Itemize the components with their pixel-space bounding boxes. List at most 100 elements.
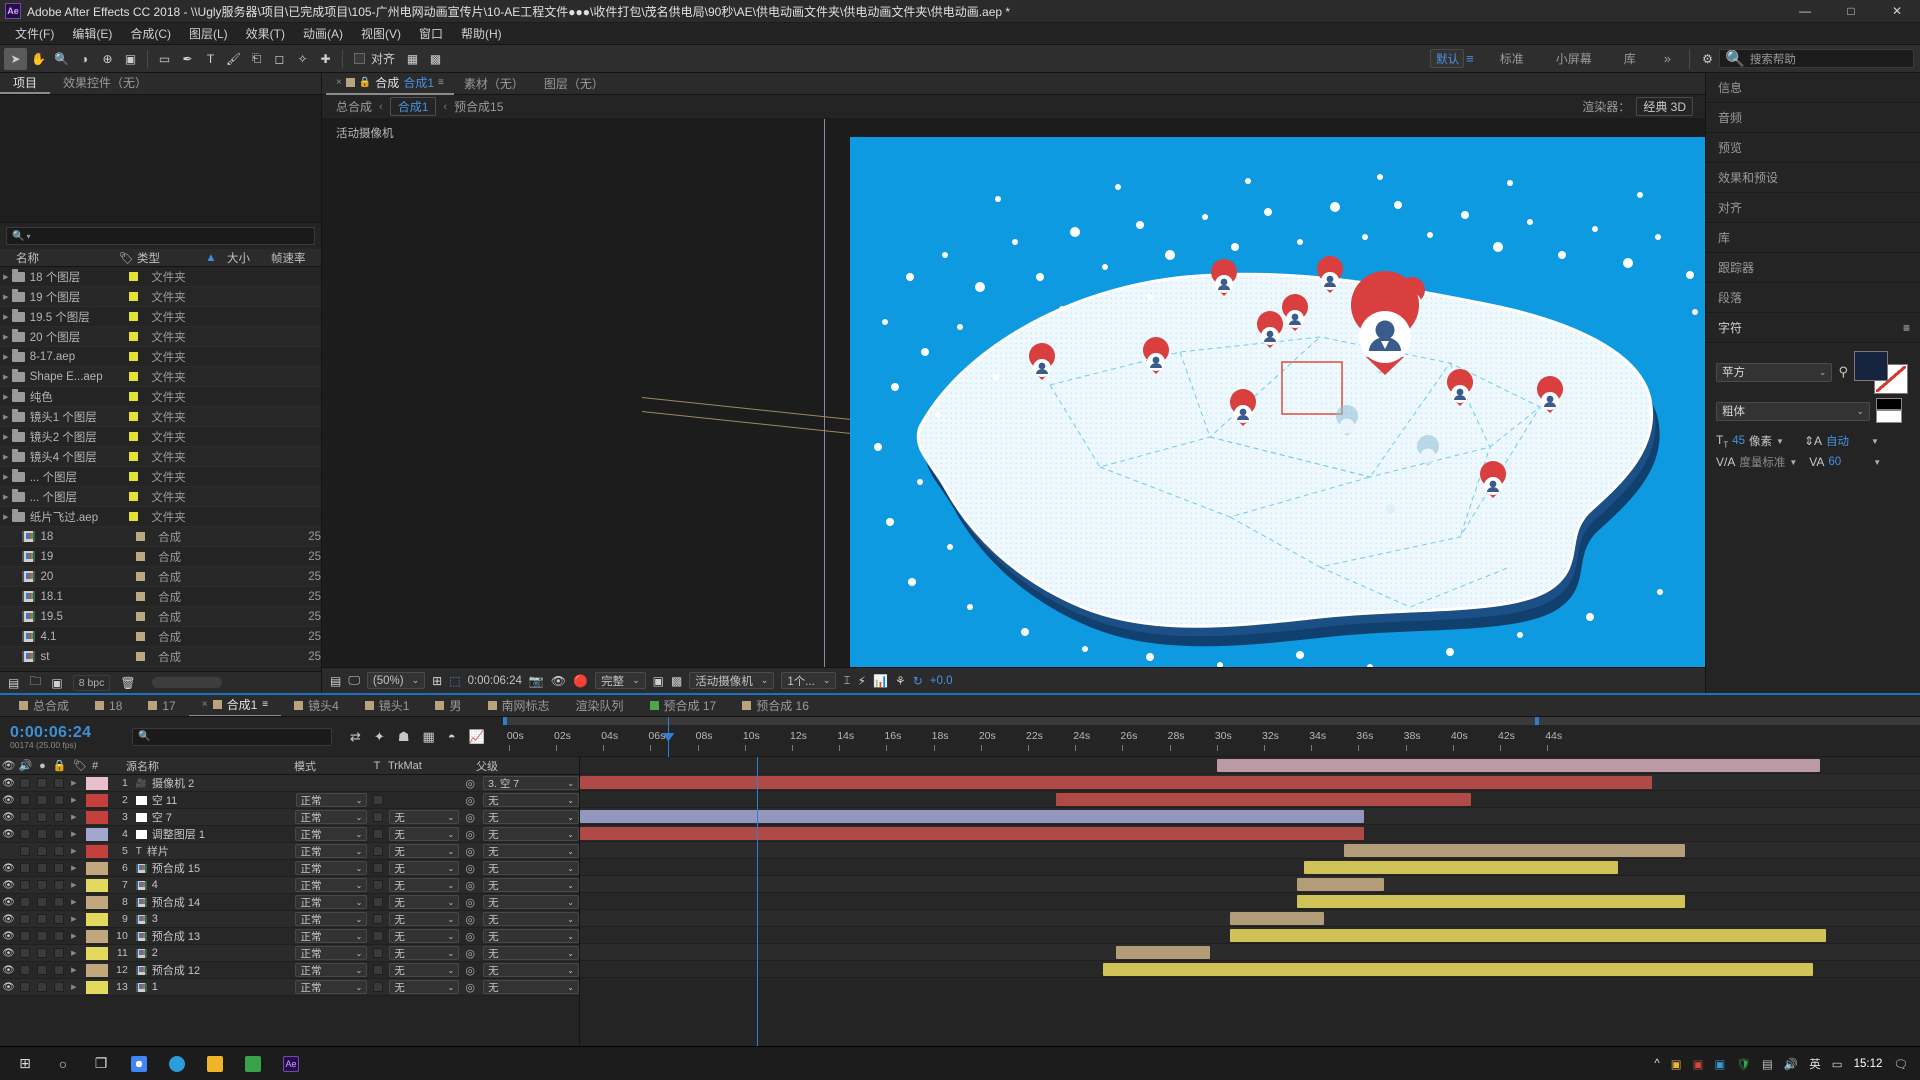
label-color-swatch[interactable] xyxy=(129,432,139,441)
project-item-row[interactable]: 19 合成 25 xyxy=(0,547,321,567)
column-preserve-transparency[interactable]: T xyxy=(366,760,388,772)
solo-toggle[interactable] xyxy=(37,914,48,924)
layer-disclosure-icon[interactable]: ▶ xyxy=(68,830,80,838)
disclosure-triangle-icon[interactable]: ▶ xyxy=(0,453,12,461)
workspace-small-screen[interactable]: 小屏幕 xyxy=(1540,50,1608,67)
timeline-layer-row[interactable]: 👁 ▶ 13 1 正常 ⌄ 无 ⌄ ◎ 无 ⌄ xyxy=(0,979,579,996)
timeline-tab-7[interactable]: 南网标志 xyxy=(475,695,563,716)
panel-preview[interactable]: 预览 xyxy=(1706,133,1920,163)
layer-label-swatch[interactable] xyxy=(85,895,108,909)
project-item-row[interactable]: ▶ 19 个图层 文件夹 xyxy=(0,287,321,307)
volume-icon[interactable]: 🔊 xyxy=(1784,1057,1798,1071)
region-icon[interactable]: ▣ xyxy=(653,674,664,688)
bit-depth-label[interactable]: 8 bpc xyxy=(72,674,111,691)
disclosure-triangle-icon[interactable]: ▶ xyxy=(0,493,12,501)
region-of-interest-icon[interactable]: ⬚ xyxy=(449,674,460,688)
parent-select[interactable]: 无 ⌄ xyxy=(483,878,579,892)
snapping-icon[interactable]: ▦ xyxy=(401,48,424,70)
layer-name[interactable]: T 样片 xyxy=(128,843,296,859)
camera-tool-icon[interactable]: ▣ xyxy=(119,48,142,70)
layer-duration-bar[interactable] xyxy=(1343,844,1686,857)
composition-viewer[interactable]: 活动摄像机 xyxy=(322,119,1705,667)
trkmat-select[interactable]: 无 ⌄ xyxy=(389,912,460,926)
preserve-transparency-toggle[interactable] xyxy=(373,863,384,873)
timeline-layer-row[interactable]: 👁 ▶ 11 2 正常 ⌄ 无 ⌄ ◎ 无 ⌄ xyxy=(0,945,579,962)
video-toggle-icon[interactable]: 👁 xyxy=(0,812,17,823)
start-button-icon[interactable]: ⊞ xyxy=(6,1047,44,1080)
timeline-search-input[interactable]: 🔍 xyxy=(132,727,332,746)
layer-label-swatch[interactable] xyxy=(85,776,108,790)
timeline-layer-row[interactable]: 👁 ▶ 8 预合成 14 正常 ⌄ 无 ⌄ ◎ 无 ⌄ xyxy=(0,894,579,911)
project-item-row[interactable]: ▶ 19.5 个图层 文件夹 xyxy=(0,307,321,327)
lock-toggle[interactable] xyxy=(54,846,65,856)
frame-blending-icon[interactable]: ▦ xyxy=(422,729,434,745)
layer-name[interactable]: 🎥 摄像机 2 xyxy=(128,775,296,791)
parent-select[interactable]: 无 ⌄ xyxy=(483,912,579,926)
preserve-transparency-toggle[interactable] xyxy=(373,982,384,992)
trkmat-select[interactable]: 无 ⌄ xyxy=(389,963,460,977)
new-folder-icon[interactable]: 🗀 xyxy=(29,672,41,693)
disclosure-triangle-icon[interactable]: ▶ xyxy=(0,413,12,421)
label-color-swatch[interactable] xyxy=(129,452,139,461)
trkmat-select[interactable]: 无 ⌄ xyxy=(389,844,460,858)
label-color-swatch[interactable] xyxy=(129,272,139,281)
solo-toggle[interactable] xyxy=(37,812,48,822)
comp-flowchart-icon[interactable]: ⚘ xyxy=(895,674,906,688)
timeline-layer-row[interactable]: 👁 ▶ 9 3 正常 ⌄ 无 ⌄ ◎ 无 ⌄ xyxy=(0,911,579,928)
timeline-ruler[interactable]: 00s 02s 04s 06s 08s 10s 12s 14s 16s 18s 20s 22s 24s 2… xyxy=(502,716,1920,757)
solo-toggle[interactable] xyxy=(37,863,48,873)
disclosure-triangle-icon[interactable]: ▶ xyxy=(0,473,12,481)
monitor-icon[interactable]: 🖵 xyxy=(348,673,360,688)
video-toggle-icon[interactable]: 👁 xyxy=(0,982,17,993)
layer-duration-bar[interactable] xyxy=(1296,895,1686,908)
zoom-level-select[interactable]: (50%) ⌄ xyxy=(366,672,426,689)
layer-label-swatch[interactable] xyxy=(85,912,108,926)
panel-audio[interactable]: 音频 xyxy=(1706,103,1920,133)
label-color-swatch[interactable] xyxy=(129,512,139,521)
timeline-layer-row[interactable]: 👁 ▶ 10 预合成 13 正常 ⌄ 无 ⌄ ◎ 无 ⌄ xyxy=(0,928,579,945)
label-color-swatch[interactable] xyxy=(136,532,146,541)
menu-item-5[interactable]: 动画(A) xyxy=(294,23,352,44)
layer-mode-select[interactable]: 正常 ⌄ xyxy=(295,861,368,875)
chrome-icon[interactable] xyxy=(120,1047,158,1080)
font-family-select[interactable]: 苹方 ⌄ xyxy=(1716,362,1833,382)
trkmat-select[interactable]: 无 ⌄ xyxy=(389,878,460,892)
taskbar-clock[interactable]: 15:12 xyxy=(1854,1058,1883,1070)
video-toggle-icon[interactable]: 👁 xyxy=(0,863,17,874)
tray-app-icon-1[interactable]: ▣ xyxy=(1671,1057,1682,1071)
menu-item-0[interactable]: 文件(F) xyxy=(6,23,63,44)
new-comp-icon[interactable]: ▤ xyxy=(8,676,19,690)
layer-name[interactable]: 1 xyxy=(128,981,296,993)
timeline-track-row[interactable] xyxy=(580,791,1920,808)
layer-label-swatch[interactable] xyxy=(85,793,108,807)
tray-shield-icon[interactable]: 🛡 xyxy=(1736,1057,1751,1071)
audio-toggle[interactable] xyxy=(20,812,31,822)
layer-name[interactable]: 预合成 15 xyxy=(128,860,296,876)
parent-pickwhip-icon[interactable]: ◎ xyxy=(459,947,481,960)
close-icon[interactable]: × xyxy=(202,699,208,710)
column-trkmat[interactable]: TrkMat xyxy=(388,760,464,772)
composition-canvas[interactable] xyxy=(850,137,1705,667)
align-checkbox[interactable] xyxy=(354,53,365,64)
lock-toggle[interactable] xyxy=(54,931,65,941)
fill-stroke-swatches[interactable] xyxy=(1854,351,1910,394)
timeline-layer-row[interactable]: 👁 ▶ 4 调整图层 1 正常 ⌄ 无 ⌄ ◎ 无 ⌄ xyxy=(0,826,579,843)
column-size[interactable]: 大小 xyxy=(227,250,271,266)
panel-info[interactable]: 信息 xyxy=(1706,73,1920,103)
parent-select[interactable]: 无 ⌄ xyxy=(483,895,579,909)
audio-toggle[interactable] xyxy=(20,863,31,873)
project-item-row[interactable]: ▶ ... 个图层 文件夹 xyxy=(0,467,321,487)
lock-toggle[interactable] xyxy=(54,778,65,788)
menu-item-1[interactable]: 编辑(E) xyxy=(63,23,121,44)
solo-toggle[interactable] xyxy=(37,846,48,856)
edge-icon[interactable] xyxy=(158,1047,196,1080)
layer-label-swatch[interactable] xyxy=(85,810,108,824)
footer-time[interactable]: 0:00:06:24 xyxy=(468,675,522,687)
disclosure-triangle-icon[interactable]: ▶ xyxy=(0,353,12,361)
parent-pickwhip-icon[interactable]: ◎ xyxy=(459,777,481,790)
trkmat-select[interactable]: 无 ⌄ xyxy=(389,810,460,824)
font-size-value[interactable]: 45 xyxy=(1732,435,1745,447)
audio-toggle[interactable] xyxy=(20,846,31,856)
search-help-input[interactable]: 🔍 搜索帮助 xyxy=(1719,49,1914,68)
breadcrumb-item-2[interactable]: 预合成15 xyxy=(454,98,503,115)
